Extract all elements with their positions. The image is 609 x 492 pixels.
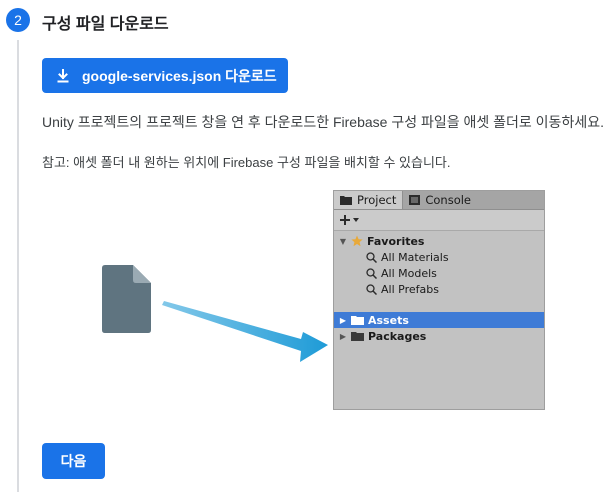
unity-project-window: Project Console ▼ Favorites All Material… bbox=[333, 190, 545, 410]
plus-dropdown-icon[interactable] bbox=[339, 214, 361, 226]
assets-folder-row[interactable]: ▶ Assets bbox=[334, 312, 544, 328]
tab-console-label: Console bbox=[425, 193, 472, 207]
drag-arrow-icon bbox=[160, 290, 330, 370]
instruction-text: Unity 프로젝트의 프로젝트 창을 연 후 다운로드한 Firebase 구… bbox=[42, 114, 604, 130]
search-icon bbox=[366, 251, 377, 263]
star-icon bbox=[351, 235, 363, 247]
download-config-button[interactable]: google-services.json 다운로드 bbox=[42, 58, 288, 93]
download-button-label: google-services.json 다운로드 bbox=[82, 67, 277, 84]
folder-icon bbox=[340, 195, 352, 205]
favorite-item-label: All Models bbox=[381, 266, 437, 280]
download-icon bbox=[56, 68, 72, 84]
search-icon bbox=[366, 267, 377, 279]
project-tree: ▼ Favorites All Materials All Models All… bbox=[334, 231, 544, 344]
collapse-caret-icon: ▶ bbox=[339, 315, 347, 325]
unity-tab-bar: Project Console bbox=[334, 191, 544, 210]
step-connector-line bbox=[17, 40, 19, 492]
expand-caret-icon: ▼ bbox=[339, 236, 347, 246]
favorite-item-label: All Prefabs bbox=[381, 282, 439, 296]
packages-folder-label: Packages bbox=[368, 329, 427, 343]
favorites-label: Favorites bbox=[367, 234, 425, 248]
folder-icon bbox=[351, 331, 364, 341]
tab-console[interactable]: Console bbox=[403, 191, 477, 209]
next-button[interactable]: 다음 bbox=[42, 443, 105, 479]
search-icon bbox=[366, 283, 377, 295]
step-number-badge: 2 bbox=[6, 8, 30, 32]
collapse-caret-icon: ▶ bbox=[339, 331, 347, 341]
step-title: 구성 파일 다운로드 bbox=[42, 16, 169, 33]
packages-folder-row[interactable]: ▶ Packages bbox=[334, 328, 544, 344]
tab-project[interactable]: Project bbox=[334, 191, 404, 209]
file-icon bbox=[102, 265, 151, 338]
favorites-row[interactable]: ▼ Favorites bbox=[334, 233, 544, 249]
assets-folder-label: Assets bbox=[368, 313, 409, 327]
list-item[interactable]: All Prefabs bbox=[334, 281, 544, 297]
favorite-item-label: All Materials bbox=[381, 250, 449, 264]
tab-project-label: Project bbox=[357, 193, 397, 207]
list-item[interactable]: All Models bbox=[334, 265, 544, 281]
folder-icon bbox=[351, 315, 364, 325]
note-text: 참고: 애셋 폴더 내 원하는 위치에 Firebase 구성 파일을 배치할 … bbox=[42, 155, 451, 170]
unity-toolbar bbox=[334, 210, 544, 231]
console-icon bbox=[409, 195, 421, 205]
list-item[interactable]: All Materials bbox=[334, 249, 544, 265]
